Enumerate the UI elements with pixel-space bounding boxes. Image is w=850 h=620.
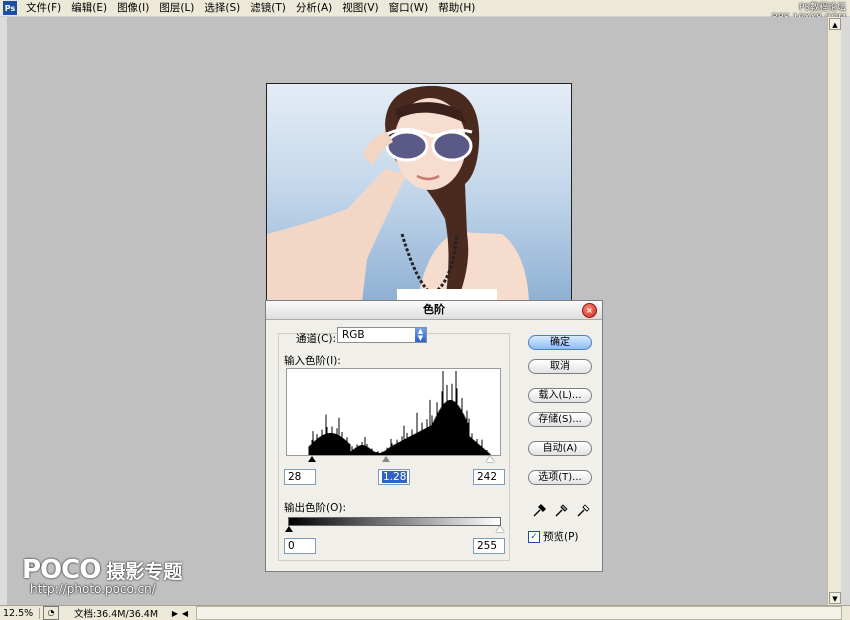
output-gradient-bar bbox=[288, 517, 501, 526]
cancel-button[interactable]: 取消 bbox=[528, 359, 592, 374]
logo-brand: POCO bbox=[22, 555, 101, 585]
input-black-field[interactable]: 28 bbox=[284, 469, 316, 485]
input-black-slider[interactable] bbox=[308, 456, 316, 462]
logo-brand-cn: 摄影专题 bbox=[106, 561, 183, 583]
zoom-level[interactable]: 12.5% bbox=[0, 607, 40, 619]
menu-layer[interactable]: 图层(L) bbox=[154, 0, 199, 16]
input-gamma-field[interactable]: 1.28 bbox=[378, 469, 410, 485]
input-gamma-value: 1.28 bbox=[382, 471, 408, 483]
poco-logo: POCO 摄影专题 http://photo.poco.cn/ bbox=[22, 555, 182, 596]
histogram-graph bbox=[308, 371, 491, 455]
histogram bbox=[286, 368, 501, 456]
watermark-line1: PS教程论坛 bbox=[798, 3, 846, 13]
status-menu-arrow-icon[interactable]: ▶ bbox=[170, 609, 180, 618]
menu-view[interactable]: 视图(V) bbox=[337, 0, 383, 16]
menu-window[interactable]: 窗口(W) bbox=[384, 0, 434, 16]
menu-select[interactable]: 选择(S) bbox=[199, 0, 245, 16]
levels-dialog: 色阶 × 通道(C): RGB ▲ ▼ 输入色阶(I): 28 1.28 242 … bbox=[265, 300, 603, 572]
dialog-title: 色阶 bbox=[423, 303, 445, 316]
close-icon[interactable]: × bbox=[582, 303, 597, 318]
white-eyedropper-icon[interactable] bbox=[576, 504, 590, 518]
scroll-up-icon[interactable]: ▲ bbox=[829, 18, 841, 30]
select-arrows-icon[interactable]: ▲ ▼ bbox=[415, 328, 426, 342]
black-eyedropper-icon[interactable] bbox=[532, 504, 546, 518]
preview-label: 预览(P) bbox=[543, 531, 579, 543]
options-button[interactable]: 选项(T)... bbox=[528, 470, 592, 485]
status-bar: 12.5% ◔ 文档:36.4M/36.4M ▶ ◀ bbox=[0, 605, 850, 620]
horizontal-scrollbar[interactable] bbox=[196, 606, 842, 620]
auto-button[interactable]: 自动(A) bbox=[528, 441, 592, 456]
preview-checkbox[interactable]: ✓ bbox=[528, 530, 540, 543]
input-white-field[interactable]: 242 bbox=[473, 469, 505, 485]
menu-bar: Ps 文件(F) 编辑(E) 图像(I) 图层(L) 选择(S) 滤镜(T) 分… bbox=[0, 0, 850, 17]
dialog-title-bar[interactable]: 色阶 × bbox=[266, 301, 602, 320]
load-button[interactable]: 载入(L)... bbox=[528, 388, 592, 403]
save-button[interactable]: 存储(S)... bbox=[528, 412, 592, 427]
input-white-slider[interactable] bbox=[486, 456, 494, 462]
output-white-field[interactable]: 255 bbox=[473, 538, 505, 554]
right-panel-edge bbox=[841, 17, 850, 605]
vertical-scrollbar[interactable]: ▲ ▼ bbox=[827, 17, 842, 605]
ok-button[interactable]: 确定 bbox=[528, 335, 592, 350]
scroll-down-icon[interactable]: ▼ bbox=[829, 592, 841, 604]
channel-select[interactable]: RGB ▲ ▼ bbox=[337, 327, 427, 343]
scroll-left-icon[interactable]: ◀ bbox=[180, 609, 190, 618]
output-black-slider[interactable] bbox=[285, 526, 293, 532]
input-levels-label: 输入色阶(I): bbox=[284, 355, 341, 367]
channel-value: RGB bbox=[342, 329, 365, 341]
document-size: 文档:36.4M/36.4M bbox=[73, 609, 159, 620]
gray-eyedropper-icon[interactable] bbox=[554, 504, 568, 518]
menu-edit[interactable]: 编辑(E) bbox=[66, 0, 112, 16]
photoshop-app-icon[interactable]: Ps bbox=[3, 1, 17, 15]
output-levels-label: 输出色阶(O): bbox=[284, 502, 346, 514]
menu-file[interactable]: 文件(F) bbox=[21, 0, 66, 16]
input-gamma-slider[interactable] bbox=[382, 456, 390, 462]
preview-option[interactable]: ✓ 预览(P) bbox=[528, 529, 579, 544]
navigator-icon[interactable]: ◔ bbox=[43, 606, 59, 620]
woman-sunglasses-photo bbox=[267, 84, 571, 302]
document-image bbox=[266, 83, 572, 303]
output-white-slider[interactable] bbox=[496, 526, 504, 532]
logo-url: http://photo.poco.cn/ bbox=[30, 582, 156, 596]
channel-label: 通道(C): bbox=[296, 333, 337, 345]
menu-help[interactable]: 帮助(H) bbox=[433, 0, 480, 16]
menu-analysis[interactable]: 分析(A) bbox=[291, 0, 337, 16]
menu-filter[interactable]: 滤镜(T) bbox=[245, 0, 291, 16]
output-black-field[interactable]: 0 bbox=[284, 538, 316, 554]
menu-image[interactable]: 图像(I) bbox=[112, 0, 154, 16]
